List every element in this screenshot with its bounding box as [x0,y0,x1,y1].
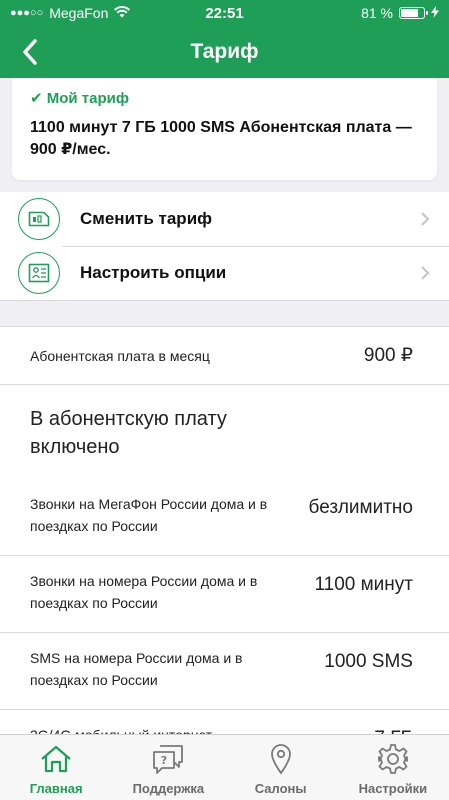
my-tariff-card: ✔ Мой тариф 1100 минут 7 ГБ 1000 SMS Або… [12,78,437,180]
item-label: 3G/4G мобильный интернет [30,724,290,734]
battery-percent: 81 % [361,5,393,21]
list-item: Звонки на номера России дома и в поездка… [0,556,449,633]
status-left: ●●●○○ MegaFon [10,5,131,21]
change-tariff-label: Сменить тариф [80,209,213,228]
location-pin-icon [264,743,298,775]
item-value: 1100 минут [314,574,413,595]
change-tariff-button[interactable]: Сменить тариф [0,192,449,246]
navigation-bar: Тариф [0,26,449,78]
item-label: Звонки на номера России дома и в поездка… [30,573,258,611]
back-button[interactable] [12,34,48,70]
status-right: 81 % [361,5,439,21]
item-label: Звонки на МегаФон России дома и в поездк… [30,496,268,534]
tab-support-label: Поддержка [132,781,205,796]
chevron-right-icon [421,212,430,226]
section-separator [0,300,449,326]
tab-bar: Главная ? Поддержка Салоны Настройки [0,734,449,800]
tariff-details: Абонентская плата в месяц 900 ₽ В абонен… [0,326,449,734]
home-icon [39,743,73,775]
list-item: SMS на номера России дома и в поездках п… [0,633,449,710]
tab-salons-label: Салоны [254,781,307,796]
charging-icon [431,5,439,21]
support-icon: ? [151,743,185,775]
monthly-fee-row: Абонентская плата в месяц 900 ₽ [0,327,449,385]
status-bar: ●●●○○ MegaFon 22:51 81 % [0,0,449,26]
list-item: Звонки на МегаФон России дома и в поездк… [0,479,449,556]
tab-home[interactable]: Главная [0,735,112,800]
sim-card-icon [18,198,60,240]
item-value: безлимитно [308,497,413,518]
carrier-name: MegaFon [49,5,109,21]
battery-fill [401,9,418,17]
tab-home-label: Главная [29,781,83,796]
configure-options-label: Настроить опции [80,263,227,282]
tab-settings[interactable]: Настройки [337,735,449,800]
svg-text:?: ? [161,754,167,767]
chevron-right-icon [421,266,430,280]
tab-salons[interactable]: Салоны [225,735,337,800]
item-label: SMS на номера России дома и в поездках п… [30,650,243,688]
page-title: Тариф [190,40,259,63]
main-content[interactable]: ✔ Мой тариф 1100 минут 7 ГБ 1000 SMS Або… [0,78,449,734]
gear-icon [376,743,410,775]
back-chevron-icon [23,39,37,65]
item-value: 1000 SMS [324,651,413,672]
wifi-icon [114,5,131,21]
list-item: 3G/4G мобильный интернет 7 ГБ [0,710,449,734]
monthly-fee-value: 900 ₽ [363,345,413,366]
tariff-actions: Сменить тариф Настроить опции [0,192,449,300]
battery-icon [399,7,428,19]
tariff-description: 1100 минут 7 ГБ 1000 SMS Абонентская пла… [30,119,412,158]
included-section-title: В абонентскую плату включено [30,408,227,458]
status-time: 22:51 [205,4,244,22]
tab-settings-label: Настройки [358,781,428,796]
monthly-fee-label: Абонентская плата в месяц [30,347,210,364]
signal-icon: ●●●○○ [10,7,44,19]
tab-support[interactable]: ? Поддержка [112,735,224,800]
configure-options-button[interactable]: Настроить опции [0,246,449,300]
options-icon [18,252,60,294]
my-tariff-label: ✔ Мой тариф [30,90,129,107]
item-value: 7 ГБ [374,724,413,734]
